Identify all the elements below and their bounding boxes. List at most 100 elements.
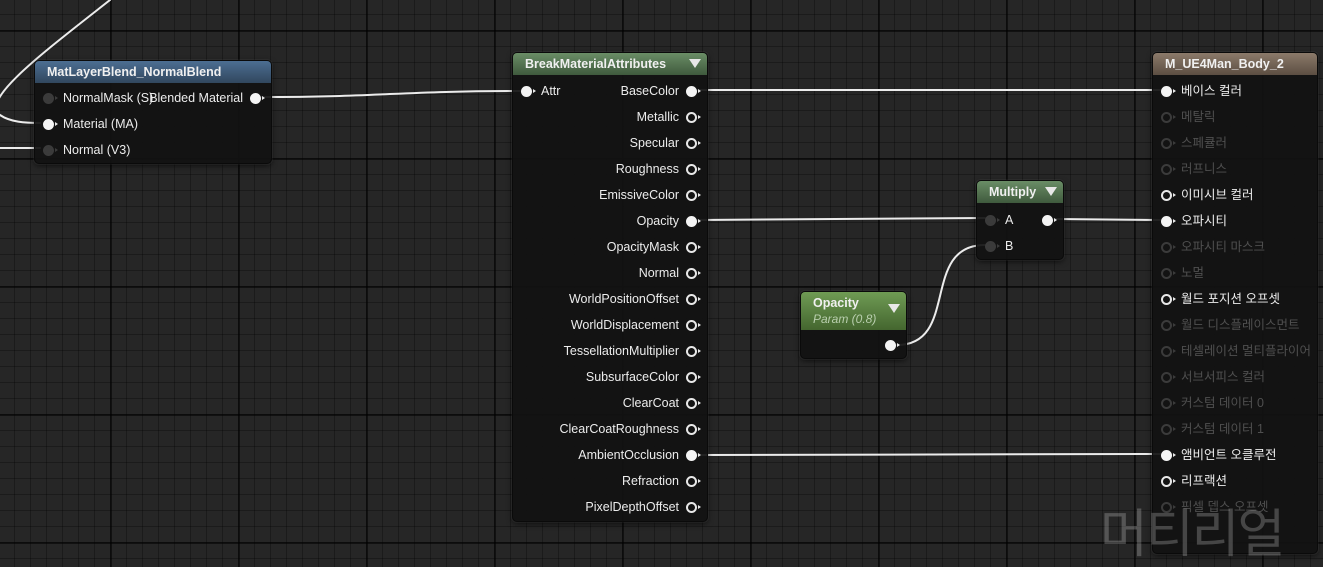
pin-icon[interactable]: [1161, 86, 1176, 97]
input-tessellation-multiplier[interactable]: 테셀레이션 멀티플라이어: [1153, 338, 1311, 364]
opacity-param-node[interactable]: Opacity Param (0.8): [800, 291, 907, 359]
multiply-node[interactable]: Multiply A B: [976, 180, 1064, 260]
pin-icon[interactable]: [686, 450, 701, 461]
output-opacitymask[interactable]: OpacityMask: [607, 234, 707, 260]
pin-icon[interactable]: [1161, 346, 1176, 357]
input-a[interactable]: A: [977, 207, 1013, 233]
pin-icon[interactable]: [43, 93, 58, 104]
pin-icon[interactable]: [1161, 476, 1176, 487]
input-normalmask-s[interactable]: NormalMask (S): [35, 85, 153, 111]
output-emissivecolor[interactable]: EmissiveColor: [599, 182, 707, 208]
input-opacity-mask[interactable]: 오파시티 마스크: [1153, 234, 1265, 260]
pin-icon[interactable]: [1161, 268, 1176, 279]
input-emissive-color[interactable]: 이미시브 컬러: [1153, 182, 1253, 208]
pin-icon[interactable]: [1042, 215, 1057, 226]
pin-icon[interactable]: [686, 424, 701, 435]
pin-icon[interactable]: [1161, 216, 1176, 227]
output-roughness[interactable]: Roughness: [616, 156, 707, 182]
output-refraction[interactable]: Refraction: [622, 468, 707, 494]
pin-icon[interactable]: [686, 190, 701, 201]
pin-icon[interactable]: [1161, 424, 1176, 435]
pin-icon[interactable]: [686, 294, 701, 305]
output-opacity[interactable]: Opacity: [637, 208, 707, 234]
pin-icon[interactable]: [1161, 138, 1176, 149]
pin-icon[interactable]: [1161, 164, 1176, 175]
input-specular[interactable]: 스페큘러: [1153, 130, 1227, 156]
input-subsurface-color[interactable]: 서브서피스 컬러: [1153, 364, 1265, 390]
input-roughness[interactable]: 러프니스: [1153, 156, 1227, 182]
wire-blended-to-attr[interactable]: [261, 90, 521, 98]
input-base-color[interactable]: 베이스 컬러: [1153, 78, 1242, 104]
breakmaterialattributes-title[interactable]: BreakMaterialAttributes: [513, 53, 707, 75]
collapse-arrow-icon[interactable]: [689, 59, 701, 68]
pin-icon[interactable]: [43, 119, 58, 130]
pin-icon[interactable]: [686, 372, 701, 383]
input-metallic[interactable]: 메탈릭: [1153, 104, 1216, 130]
pin-icon[interactable]: [1161, 294, 1176, 305]
pin-icon[interactable]: [521, 86, 536, 97]
output-clearcoatroughness[interactable]: ClearCoatRoughness: [559, 416, 707, 442]
wire-param-to-b[interactable]: [896, 244, 986, 346]
matlayerblend-title[interactable]: MatLayerBlend_NormalBlend: [35, 61, 271, 83]
pin-icon[interactable]: [686, 164, 701, 175]
output-subsurfacecolor[interactable]: SubsurfaceColor: [586, 364, 707, 390]
input-b[interactable]: B: [977, 233, 1013, 259]
output-worlddisplacement[interactable]: WorldDisplacement: [571, 312, 707, 338]
matlayerblend-node[interactable]: MatLayerBlend_NormalBlend NormalMask (S)…: [34, 60, 272, 164]
pin-icon[interactable]: [686, 476, 701, 487]
input-world-position-offset[interactable]: 월드 포지션 오프셋: [1153, 286, 1280, 312]
output-tessellationmultiplier[interactable]: TessellationMultiplier: [564, 338, 707, 364]
pin-icon[interactable]: [250, 93, 265, 104]
pin-icon[interactable]: [1161, 112, 1176, 123]
output-pixeldepthoffset[interactable]: PixelDepthOffset: [585, 494, 707, 520]
opacity-param-title[interactable]: Opacity Param (0.8): [801, 292, 906, 330]
material-result-title[interactable]: M_UE4Man_Body_2: [1153, 53, 1317, 75]
pin-icon[interactable]: [686, 398, 701, 409]
output-worldpositionoffset[interactable]: WorldPositionOffset: [569, 286, 707, 312]
output-value[interactable]: [878, 332, 906, 358]
material-result-node[interactable]: M_UE4Man_Body_2 베이스 컬러 메탈릭 스페큘러 러프니스 이미시브 컬러…: [1152, 52, 1318, 554]
output-specular[interactable]: Specular: [630, 130, 707, 156]
pin-icon[interactable]: [686, 138, 701, 149]
pin-icon[interactable]: [985, 241, 1000, 252]
pin-icon[interactable]: [1161, 398, 1176, 409]
collapse-arrow-icon[interactable]: [888, 304, 900, 313]
output-clearcoat[interactable]: ClearCoat: [623, 390, 707, 416]
input-ambient-occlusion[interactable]: 앰비언트 오클루전: [1153, 442, 1276, 468]
pin-icon[interactable]: [1161, 372, 1176, 383]
input-opacity[interactable]: 오파시티: [1153, 208, 1227, 234]
input-refraction[interactable]: 리프랙션: [1153, 468, 1227, 494]
pin-icon[interactable]: [686, 242, 701, 253]
pin-icon[interactable]: [686, 268, 701, 279]
pin-icon[interactable]: [686, 216, 701, 227]
output-basecolor[interactable]: BaseColor: [621, 78, 707, 104]
pin-icon[interactable]: [985, 215, 1000, 226]
wire-multiply-to-opacity[interactable]: [1054, 218, 1161, 221]
input-normal[interactable]: 노멀: [1153, 260, 1204, 286]
breakmaterialattributes-node[interactable]: BreakMaterialAttributes Attr BaseColor Met…: [512, 52, 708, 522]
output-metallic[interactable]: Metallic: [637, 104, 707, 130]
input-normal-v3[interactable]: Normal (V3): [35, 137, 130, 163]
output-result[interactable]: [1035, 207, 1063, 233]
wire-ao-to-ao[interactable]: [697, 453, 1161, 456]
pin-icon[interactable]: [43, 145, 58, 156]
input-attr[interactable]: Attr: [513, 78, 560, 104]
pin-icon[interactable]: [686, 502, 701, 513]
pin-icon[interactable]: [1161, 190, 1176, 201]
collapse-arrow-icon[interactable]: [1045, 187, 1057, 196]
input-custom-data-0[interactable]: 커스텀 데이터 0: [1153, 390, 1264, 416]
pin-icon[interactable]: [1161, 450, 1176, 461]
pin-icon[interactable]: [1161, 320, 1176, 331]
wire-opacity-to-a[interactable]: [697, 217, 986, 221]
pin-icon[interactable]: [885, 340, 900, 351]
pin-icon[interactable]: [1161, 242, 1176, 253]
input-world-displacement[interactable]: 월드 디스플레이스먼트: [1153, 312, 1299, 338]
pin-icon[interactable]: [686, 86, 701, 97]
pin-icon[interactable]: [686, 320, 701, 331]
output-blended-material[interactable]: Blended Material: [149, 85, 271, 111]
output-ambientocclusion[interactable]: AmbientOcclusion: [578, 442, 707, 468]
multiply-title[interactable]: Multiply: [977, 181, 1063, 203]
pin-icon[interactable]: [686, 346, 701, 357]
pin-icon[interactable]: [686, 112, 701, 123]
input-material-ma[interactable]: Material (MA): [35, 111, 138, 137]
